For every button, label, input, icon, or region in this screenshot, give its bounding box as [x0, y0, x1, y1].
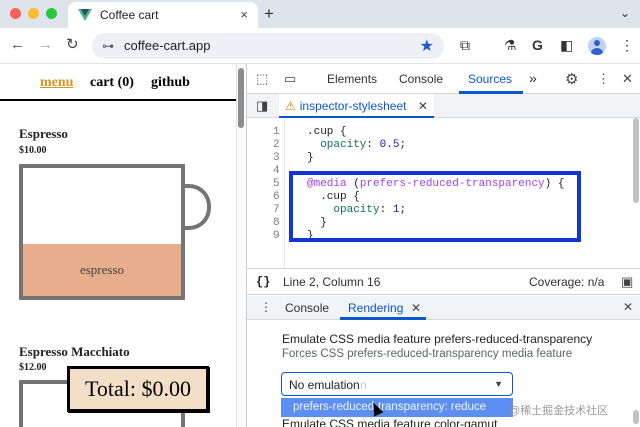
line-number: 7	[273, 204, 280, 216]
file-tab-inspector-stylesheet[interactable]: ⚠ inspector-stylesheet ✕	[279, 94, 434, 118]
close-file-icon[interactable]: ✕	[418, 99, 428, 113]
code-editor[interactable]: 1 2 3 4 5 6 7 8 9 .cup { opacity: 0.5; }…	[247, 118, 640, 268]
drawer-tab-console[interactable]: Console	[285, 301, 329, 315]
emulate-feature-description: Forces CSS prefers-reduced-transparency …	[282, 348, 573, 360]
tab-elements[interactable]: Elements	[327, 72, 377, 86]
new-tab-button[interactable]: +	[264, 4, 274, 24]
product-name: Espresso Macchiato	[19, 344, 130, 359]
close-drawer-icon[interactable]: ✕	[623, 300, 633, 314]
line-number: 4	[273, 165, 280, 177]
vue-logo-icon	[78, 9, 92, 21]
warning-icon: ⚠	[285, 99, 296, 113]
page-scroll-thumb[interactable]	[238, 68, 244, 128]
inspect-element-icon[interactable]: ⬚	[256, 71, 268, 87]
tab-strip: Coffee cart × + ⌄	[0, 0, 640, 28]
dropdown-option-reduce[interactable]: prefers-reduced-transparency: reduce	[281, 398, 513, 417]
page-scrollbar[interactable]	[236, 64, 245, 427]
toggle-sidebar-icon[interactable]: ▣	[621, 274, 633, 290]
espresso-cup[interactable]: espresso	[19, 164, 185, 300]
watermark: @稀土掘金技术社区	[509, 405, 609, 417]
product-price: $10.00	[19, 145, 47, 156]
devtools-tab-bar: ⬚ ▭ Elements Console Sources » ⚙ ⋮ ✕	[247, 64, 640, 94]
nav-menu-link[interactable]: menu	[40, 75, 73, 91]
tab-title: Coffee cart	[100, 8, 159, 22]
close-rendering-tab-icon[interactable]: ✕	[411, 301, 421, 315]
editor-scrollbar[interactable]	[633, 118, 639, 203]
forward-button[interactable]: →	[38, 36, 53, 54]
side-panel-icon[interactable]: ◧	[560, 37, 573, 53]
cup-fill: espresso	[23, 244, 181, 296]
transparency-emulation-select[interactable]: No emulation n ▼	[281, 372, 513, 396]
window-controls	[10, 8, 57, 19]
browser-toolbar: ← → ↻ ⊶ coffee-cart.app ★ ⧉ ⚗ G ◧ ⋮	[0, 28, 640, 64]
line-number: 1	[273, 126, 280, 138]
tab-console[interactable]: Console	[399, 72, 443, 86]
product-price: $12.00	[19, 362, 47, 373]
navigator-toggle-icon[interactable]: ◨	[256, 98, 268, 114]
highlight-box	[289, 171, 581, 242]
close-window-button[interactable]	[10, 8, 21, 19]
drawer-scrollbar[interactable]	[633, 410, 639, 424]
tab-sources[interactable]: Sources	[468, 72, 512, 86]
line-number: 9	[273, 230, 280, 242]
nav-cart-link[interactable]: cart (0)	[90, 75, 134, 91]
extensions-icon[interactable]: ⧉	[460, 37, 470, 53]
cursor-position: Line 2, Column 16	[283, 275, 381, 289]
cup-handle	[181, 184, 211, 230]
drawer-tab-bar: ⋮ Console Rendering ✕ ✕	[247, 296, 640, 320]
select-value: No emulation	[289, 378, 360, 392]
rendering-panel: Emulate CSS media feature prefers-reduce…	[247, 320, 640, 427]
nav-github-link[interactable]: github	[151, 75, 190, 91]
product-name: Espresso	[19, 126, 68, 141]
editor-file-tabs: ◨ ⚠ inspector-stylesheet ✕	[247, 94, 640, 118]
close-devtools-icon[interactable]: ✕	[622, 71, 633, 87]
devtools-menu-icon[interactable]: ⋮	[597, 71, 610, 87]
minimize-window-button[interactable]	[28, 8, 39, 19]
line-number: 8	[273, 217, 280, 229]
site-nav: menu cart (0) github	[0, 64, 236, 101]
google-icon[interactable]: G	[532, 37, 543, 53]
zoom-window-button[interactable]	[46, 8, 57, 19]
line-number: 2	[273, 139, 280, 151]
line-number: 5	[273, 178, 280, 190]
emulate-feature-title: Emulate CSS media feature prefers-reduce…	[282, 332, 593, 346]
coverage-status: Coverage: n/a	[529, 275, 605, 289]
browser-menu-icon[interactable]: ⋮	[620, 37, 634, 53]
code-line: opacity: 0.5;	[320, 139, 407, 151]
line-number: 3	[273, 152, 280, 164]
close-tab-icon[interactable]: ×	[240, 7, 248, 22]
code-line: .cup {	[307, 126, 347, 138]
settings-gear-icon[interactable]: ⚙	[565, 70, 578, 88]
coffee-cart-page: menu cart (0) github Espresso $10.00 esp…	[0, 64, 245, 427]
more-tabs-icon[interactable]: »	[529, 70, 537, 86]
chevron-down-icon: ▼	[494, 379, 503, 389]
line-number-gutter: 1 2 3 4 5 6 7 8 9	[247, 118, 285, 268]
line-number: 6	[273, 191, 280, 203]
total-button[interactable]: Total: $0.00	[67, 366, 209, 412]
profile-avatar[interactable]	[588, 37, 606, 55]
devtools-panel: ⬚ ▭ Elements Console Sources » ⚙ ⋮ ✕ ◨ ⚠…	[246, 64, 640, 427]
address-bar[interactable]: ⊶ coffee-cart.app ★	[92, 33, 444, 59]
reload-button[interactable]: ↻	[66, 36, 79, 54]
back-button[interactable]: ←	[10, 36, 25, 54]
labs-flask-icon[interactable]: ⚗	[504, 37, 517, 53]
select-ghost-text: n	[360, 378, 367, 392]
color-gamut-title: Emulate CSS media feature color-gamut	[282, 417, 498, 427]
browser-tab[interactable]: Coffee cart ×	[68, 2, 258, 28]
editor-status-bar: {} Line 2, Column 16 Coverage: n/a ▣	[247, 268, 640, 295]
device-toolbar-icon[interactable]: ▭	[284, 71, 296, 87]
cup-fill-label: espresso	[79, 262, 125, 277]
site-info-icon[interactable]: ⊶	[102, 39, 114, 53]
bookmark-star-icon[interactable]: ★	[420, 36, 434, 56]
tab-list-chevron-icon[interactable]: ⌄	[620, 6, 630, 20]
url-text[interactable]: coffee-cart.app	[124, 38, 210, 53]
drawer-tab-rendering[interactable]: Rendering	[348, 301, 403, 315]
code-line: }	[307, 152, 314, 164]
drawer-menu-icon[interactable]: ⋮	[260, 300, 272, 314]
file-tab-label: inspector-stylesheet	[299, 99, 407, 113]
pretty-print-icon[interactable]: {}	[256, 275, 270, 289]
